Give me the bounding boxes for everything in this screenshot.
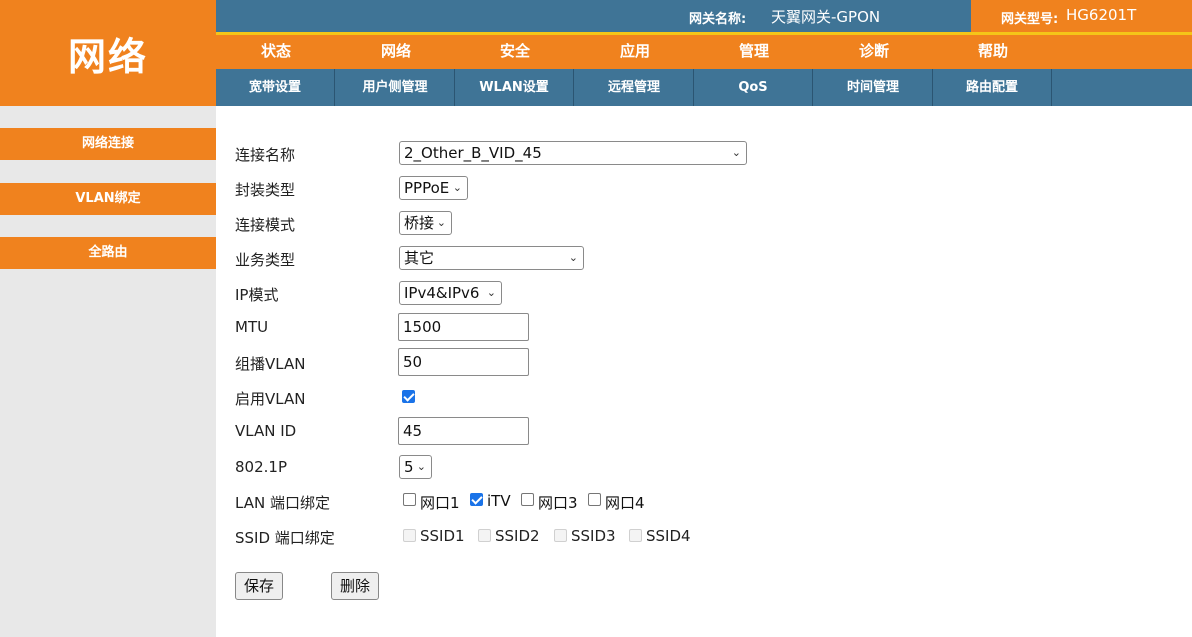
ip-mode-select[interactable]: IPv4&IPv6 ⌄: [399, 281, 502, 305]
form-row-vlan-id: VLAN ID 45: [235, 417, 1135, 447]
service-value: 其它: [404, 249, 435, 267]
encap-label: 封装类型: [235, 181, 296, 199]
lan-port1-checkbox[interactable]: [403, 493, 416, 506]
sub-nav-time[interactable]: 时间管理: [814, 69, 933, 106]
chevron-down-icon: ⌄: [416, 460, 426, 473]
encap-value: PPPoE: [404, 179, 450, 197]
ssid-bind-label: SSID 端口绑定: [235, 529, 335, 547]
lan-port1-label: 网口1: [420, 494, 460, 512]
ssid2-label: SSID2: [495, 527, 540, 545]
service-select[interactable]: 其它 ⌄: [399, 246, 584, 270]
sub-nav-wlan[interactable]: WLAN设置: [455, 69, 574, 106]
main-nav-status[interactable]: 状态: [216, 35, 336, 69]
enable-vlan-checkbox[interactable]: [402, 390, 415, 403]
sidebar-item-full-route[interactable]: 全路由: [0, 237, 216, 269]
form-row-lan-bind: LAN 端口绑定 网口1 iTV 网口3 网口4: [235, 487, 1135, 517]
form-row-mtu: MTU 1500: [235, 313, 1135, 343]
sidebar: 网络连接 VLAN绑定 全路由: [0, 106, 216, 637]
gateway-name-label: 网关名称:: [689, 12, 747, 27]
sub-nav-user-side[interactable]: 用户侧管理: [336, 69, 455, 106]
enable-vlan-label: 启用VLAN: [235, 390, 306, 408]
lan-port3-checkbox[interactable]: [521, 493, 534, 506]
lan-bind-label: LAN 端口绑定: [235, 494, 330, 512]
connection-name-label: 连接名称: [235, 146, 296, 164]
main-nav: 状态 网络 安全 应用 管理 诊断 帮助: [216, 35, 1192, 69]
mode-label: 连接模式: [235, 216, 296, 234]
ssid2-checkbox: [478, 529, 491, 542]
p8021-select[interactable]: 5 ⌄: [399, 455, 432, 479]
main-nav-help[interactable]: 帮助: [933, 35, 1053, 69]
mode-value: 桥接: [404, 214, 435, 232]
mcast-vlan-label: 组播VLAN: [235, 355, 306, 373]
gateway-name: 天翼网关-GPON: [771, 8, 881, 26]
ssid1-checkbox: [403, 529, 416, 542]
ssid3-label: SSID3: [571, 527, 616, 545]
mode-select[interactable]: 桥接 ⌄: [399, 211, 452, 235]
mtu-label: MTU: [235, 318, 269, 336]
sub-nav: 宽带设置 用户侧管理 WLAN设置 远程管理 QoS 时间管理 路由配置: [216, 69, 1192, 106]
sub-nav-broadband[interactable]: 宽带设置: [216, 69, 335, 106]
gateway-model: HG6201T: [1066, 6, 1137, 24]
sidebar-item-network-connection[interactable]: 网络连接: [0, 128, 216, 160]
logo: 网络: [0, 0, 216, 106]
mtu-input[interactable]: 1500: [398, 313, 529, 341]
sidebar-item-vlan-binding[interactable]: VLAN绑定: [0, 183, 216, 215]
ip-mode-value: IPv4&IPv6: [404, 284, 480, 302]
main-nav-network[interactable]: 网络: [336, 35, 456, 69]
chevron-down-icon: ⌄: [568, 251, 578, 264]
main-nav-application[interactable]: 应用: [575, 35, 695, 69]
chevron-down-icon: ⌄: [731, 146, 741, 159]
service-label: 业务类型: [235, 251, 296, 269]
vlan-id-label: VLAN ID: [235, 422, 297, 440]
sub-nav-remote[interactable]: 远程管理: [575, 69, 694, 106]
vlan-id-input[interactable]: 45: [398, 417, 529, 445]
ssid1-label: SSID1: [420, 527, 465, 545]
form-row-enable-vlan: 启用VLAN: [235, 383, 1135, 413]
connection-name-select[interactable]: 2_Other_B_VID_45 ⌄: [399, 141, 747, 165]
form-row-encap: 封装类型 PPPoE ⌄: [235, 174, 1135, 204]
ssid4-checkbox: [629, 529, 642, 542]
ssid4-label: SSID4: [646, 527, 691, 545]
lan-itv-label: iTV: [487, 492, 511, 510]
ssid3-checkbox: [554, 529, 567, 542]
mcast-vlan-input[interactable]: 50: [398, 348, 529, 376]
main-nav-security[interactable]: 安全: [455, 35, 575, 69]
gateway-model-label: 网关型号:: [1001, 12, 1059, 27]
p8021-value: 5: [404, 458, 414, 476]
lan-port3-label: 网口3: [538, 494, 578, 512]
form-row-ssid-bind: SSID 端口绑定 SSID1 SSID2 SSID3 SSID4: [235, 522, 1135, 552]
main-nav-diagnosis[interactable]: 诊断: [814, 35, 934, 69]
form-row-8021p: 802.1P 5 ⌄: [235, 453, 1135, 483]
chevron-down-icon: ⌄: [436, 216, 446, 229]
save-button[interactable]: 保存: [235, 572, 283, 600]
form-row-connection-name: 连接名称 2_Other_B_VID_45 ⌄: [235, 139, 1135, 169]
lan-port4-checkbox[interactable]: [588, 493, 601, 506]
p8021-label: 802.1P: [235, 458, 287, 476]
lan-port4-label: 网口4: [605, 494, 645, 512]
form-row-ip-mode: IP模式 IPv4&IPv6 ⌄: [235, 279, 1135, 309]
delete-button[interactable]: 删除: [331, 572, 379, 600]
top-bar: 网关名称: 天翼网关-GPON 网关型号: HG6201T: [216, 0, 1192, 32]
sub-nav-qos[interactable]: QoS: [694, 69, 813, 106]
chevron-down-icon: ⌄: [452, 181, 462, 194]
ip-mode-label: IP模式: [235, 286, 279, 304]
form-row-mode: 连接模式 桥接 ⌄: [235, 209, 1135, 239]
connection-name-value: 2_Other_B_VID_45: [404, 144, 542, 162]
lan-itv-checkbox[interactable]: [470, 493, 483, 506]
form-row-service: 业务类型 其它 ⌄: [235, 244, 1135, 274]
main-nav-management[interactable]: 管理: [694, 35, 814, 69]
encap-select[interactable]: PPPoE ⌄: [399, 176, 468, 200]
form-row-mcast-vlan: 组播VLAN 50: [235, 348, 1135, 378]
gateway-model-box: 网关型号: HG6201T: [971, 0, 1192, 32]
chevron-down-icon: ⌄: [486, 286, 496, 299]
sub-nav-route[interactable]: 路由配置: [933, 69, 1052, 106]
